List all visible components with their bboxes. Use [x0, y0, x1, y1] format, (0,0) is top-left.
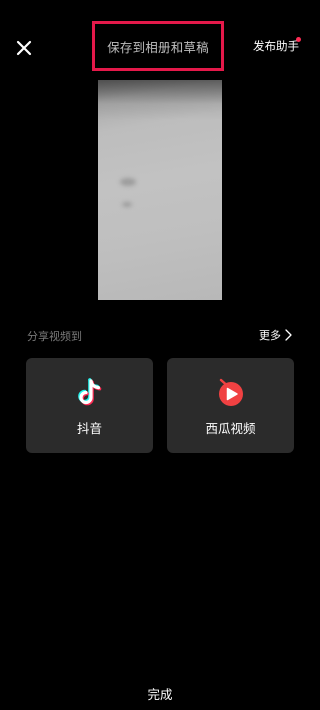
video-preview[interactable]: [98, 80, 222, 300]
save-status-text: 保存到相册和草稿: [107, 39, 209, 55]
save-status-highlight: 保存到相册和草稿: [92, 21, 224, 71]
done-button[interactable]: 完成: [0, 684, 320, 703]
close-button[interactable]: [12, 36, 36, 60]
more-button[interactable]: 更多: [259, 327, 292, 343]
publish-helper-button[interactable]: 发布助手: [253, 38, 299, 54]
more-label: 更多: [259, 329, 281, 342]
preview-smudge: [122, 202, 132, 207]
xigua-label: 西瓜视频: [205, 421, 256, 436]
chevron-right-icon: [285, 329, 292, 341]
douyin-logo-icon: [77, 378, 101, 406]
xigua-video-logo-icon: [218, 378, 243, 406]
preview-smudge: [120, 178, 136, 186]
share-douyin-button[interactable]: 抖音: [26, 358, 153, 453]
douyin-label: 抖音: [76, 421, 102, 436]
share-xigua-button[interactable]: 西瓜视频: [167, 358, 294, 453]
share-to-label: 分享视频到: [27, 330, 82, 343]
share-screen: 保存到相册和草稿 发布助手 分享视频到 更多 抖音 西瓜视频 完成: [0, 0, 320, 710]
close-icon: [16, 40, 32, 56]
notification-dot: [296, 37, 301, 42]
